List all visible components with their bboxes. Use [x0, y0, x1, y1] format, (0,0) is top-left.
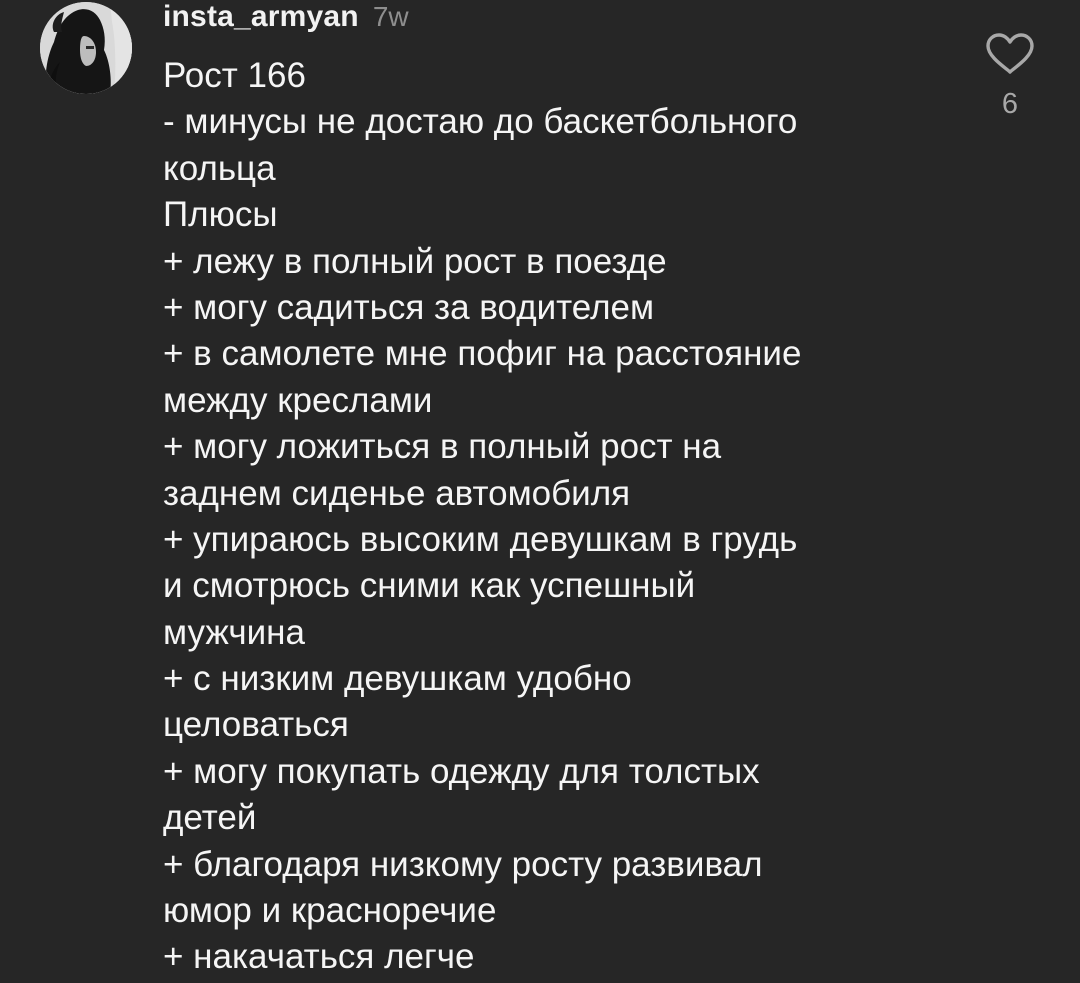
comment-line: + в самолете мне пофиг на расстояние	[163, 334, 802, 374]
comment-line: + благодаря низкому росту развивал	[163, 844, 763, 884]
username[interactable]: insta_armyan	[163, 0, 359, 34]
comment-line: + могу ложиться в полный рост на	[163, 427, 722, 467]
comment-line: заднем сиденье автомобиля	[163, 473, 631, 513]
comment-line: + с низким девушкам удобно	[163, 659, 632, 699]
comment-line: - минусы не достаю до баскетбольного	[163, 102, 798, 142]
heart-outline-icon	[986, 33, 1034, 74]
comment-line: между креслами	[163, 380, 433, 420]
comment-line: + могу садиться за водителем	[163, 287, 655, 327]
comment-line: мужчина	[163, 612, 305, 652]
comment-line: + могу покупать одежду для толстых	[163, 751, 760, 791]
like-count: 6	[1001, 88, 1019, 120]
comment-line: кольца	[163, 148, 276, 188]
comment-header: insta_armyan 7w	[163, 0, 409, 36]
comment-line: + накачаться легче	[163, 937, 475, 977]
comment-line: + лежу в полный рост в поезде	[163, 241, 667, 281]
comment-line: Рост 166	[163, 56, 306, 95]
comment-line: юмор и красноречие	[163, 891, 497, 931]
avatar[interactable]	[40, 2, 132, 94]
comment: insta_armyan 7w Рост 166 - минусы не дос…	[0, 0, 1080, 983]
comment-line: и смотрюсь сними как успешный	[163, 566, 696, 606]
comment-line: + упираюсь высоким девушкам в грудь	[163, 519, 798, 559]
comment-line: целоваться	[163, 705, 349, 745]
comment-line: детей	[163, 798, 257, 838]
avatar-image	[40, 2, 132, 94]
comment-text: Рост 166 - минусы не достаю до баскетбол…	[163, 53, 953, 981]
like-button[interactable]	[984, 32, 1036, 76]
comment-line: Плюсы	[163, 195, 278, 235]
timestamp: 7w	[372, 1, 409, 32]
